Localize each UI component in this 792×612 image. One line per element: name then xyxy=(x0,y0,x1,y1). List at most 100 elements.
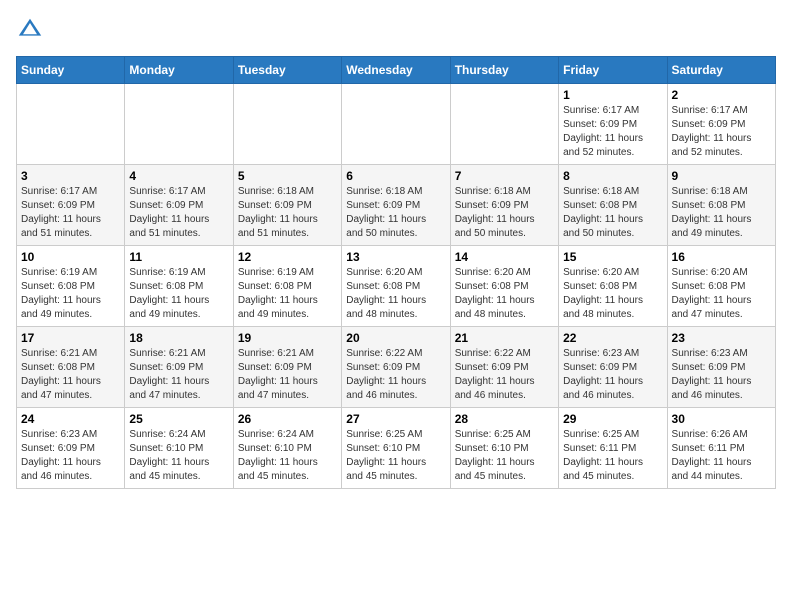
calendar-cell: 27 Sunrise: 6:25 AM Sunset: 6:10 PM Dayli… xyxy=(342,408,450,489)
calendar-cell: 16 Sunrise: 6:20 AM Sunset: 6:08 PM Dayli… xyxy=(667,246,775,327)
day-info: Sunrise: 6:21 AM Sunset: 6:09 PM Dayligh… xyxy=(238,347,337,403)
calendar-cell: 12 Sunrise: 6:19 AM Sunset: 6:08 PM Dayli… xyxy=(233,246,341,327)
week-row-5: 24 Sunrise: 6:23 AM Sunset: 6:09 PM Dayli… xyxy=(17,408,776,489)
day-number: 12 xyxy=(238,250,337,264)
weekday-header-sunday: Sunday xyxy=(17,57,125,84)
day-number: 13 xyxy=(346,250,445,264)
calendar-cell: 6 Sunrise: 6:18 AM Sunset: 6:09 PM Daylig… xyxy=(342,165,450,246)
calendar-cell: 25 Sunrise: 6:24 AM Sunset: 6:10 PM Dayli… xyxy=(125,408,233,489)
calendar-cell: 1 Sunrise: 6:17 AM Sunset: 6:09 PM Daylig… xyxy=(559,84,667,165)
day-number: 17 xyxy=(21,331,120,345)
day-number: 25 xyxy=(129,412,228,426)
day-info: Sunrise: 6:21 AM Sunset: 6:08 PM Dayligh… xyxy=(21,347,120,403)
calendar-cell: 9 Sunrise: 6:18 AM Sunset: 6:08 PM Daylig… xyxy=(667,165,775,246)
weekday-header-friday: Friday xyxy=(559,57,667,84)
calendar-cell: 14 Sunrise: 6:20 AM Sunset: 6:08 PM Dayli… xyxy=(450,246,558,327)
day-number: 26 xyxy=(238,412,337,426)
logo xyxy=(16,16,48,44)
day-number: 20 xyxy=(346,331,445,345)
day-number: 9 xyxy=(672,169,771,183)
day-info: Sunrise: 6:20 AM Sunset: 6:08 PM Dayligh… xyxy=(672,266,771,322)
day-info: Sunrise: 6:22 AM Sunset: 6:09 PM Dayligh… xyxy=(455,347,554,403)
day-info: Sunrise: 6:25 AM Sunset: 6:10 PM Dayligh… xyxy=(455,428,554,484)
day-info: Sunrise: 6:17 AM Sunset: 6:09 PM Dayligh… xyxy=(563,104,662,160)
day-number: 1 xyxy=(563,88,662,102)
day-number: 5 xyxy=(238,169,337,183)
day-number: 18 xyxy=(129,331,228,345)
day-number: 24 xyxy=(21,412,120,426)
day-number: 7 xyxy=(455,169,554,183)
calendar-table: SundayMondayTuesdayWednesdayThursdayFrid… xyxy=(16,56,776,489)
calendar-cell xyxy=(450,84,558,165)
day-info: Sunrise: 6:20 AM Sunset: 6:08 PM Dayligh… xyxy=(455,266,554,322)
day-info: Sunrise: 6:18 AM Sunset: 6:09 PM Dayligh… xyxy=(346,185,445,241)
weekday-header-monday: Monday xyxy=(125,57,233,84)
week-row-2: 3 Sunrise: 6:17 AM Sunset: 6:09 PM Daylig… xyxy=(17,165,776,246)
calendar-cell: 20Sunrise: 6:22 AM Sunset: 6:09 PM Dayli… xyxy=(342,327,450,408)
day-info: Sunrise: 6:18 AM Sunset: 6:08 PM Dayligh… xyxy=(563,185,662,241)
calendar-cell: 11 Sunrise: 6:19 AM Sunset: 6:08 PM Dayli… xyxy=(125,246,233,327)
day-number: 27 xyxy=(346,412,445,426)
day-number: 2 xyxy=(672,88,771,102)
day-info: Sunrise: 6:18 AM Sunset: 6:09 PM Dayligh… xyxy=(455,185,554,241)
day-number: 19 xyxy=(238,331,337,345)
calendar-cell xyxy=(233,84,341,165)
calendar-cell: 26 Sunrise: 6:24 AM Sunset: 6:10 PM Dayli… xyxy=(233,408,341,489)
calendar-cell: 30 Sunrise: 6:26 AM Sunset: 6:11 PM Dayli… xyxy=(667,408,775,489)
logo-icon xyxy=(16,16,44,44)
week-row-4: 17 Sunrise: 6:21 AM Sunset: 6:08 PM Dayli… xyxy=(17,327,776,408)
calendar-cell: 15Sunrise: 6:20 AM Sunset: 6:08 PM Dayli… xyxy=(559,246,667,327)
calendar-cell: 13 Sunrise: 6:20 AM Sunset: 6:08 PM Dayli… xyxy=(342,246,450,327)
day-info: Sunrise: 6:24 AM Sunset: 6:10 PM Dayligh… xyxy=(129,428,228,484)
calendar-cell: 17 Sunrise: 6:21 AM Sunset: 6:08 PM Dayli… xyxy=(17,327,125,408)
day-info: Sunrise: 6:19 AM Sunset: 6:08 PM Dayligh… xyxy=(21,266,120,322)
calendar-cell: 7 Sunrise: 6:18 AM Sunset: 6:09 PM Daylig… xyxy=(450,165,558,246)
day-number: 3 xyxy=(21,169,120,183)
day-info: Sunrise: 6:17 AM Sunset: 6:09 PM Dayligh… xyxy=(672,104,771,160)
calendar-cell xyxy=(342,84,450,165)
day-number: 23 xyxy=(672,331,771,345)
day-info: Sunrise: 6:17 AM Sunset: 6:09 PM Dayligh… xyxy=(21,185,120,241)
day-info: Sunrise: 6:21 AM Sunset: 6:09 PM Dayligh… xyxy=(129,347,228,403)
calendar-cell xyxy=(125,84,233,165)
day-number: 16 xyxy=(672,250,771,264)
weekday-header-thursday: Thursday xyxy=(450,57,558,84)
calendar-cell: 2 Sunrise: 6:17 AM Sunset: 6:09 PM Daylig… xyxy=(667,84,775,165)
day-number: 22 xyxy=(563,331,662,345)
day-info: Sunrise: 6:23 AM Sunset: 6:09 PM Dayligh… xyxy=(563,347,662,403)
day-info: Sunrise: 6:20 AM Sunset: 6:08 PM Dayligh… xyxy=(563,266,662,322)
day-number: 11 xyxy=(129,250,228,264)
calendar-cell: 23Sunrise: 6:23 AM Sunset: 6:09 PM Dayli… xyxy=(667,327,775,408)
weekday-header-saturday: Saturday xyxy=(667,57,775,84)
day-number: 14 xyxy=(455,250,554,264)
calendar-cell: 29Sunrise: 6:25 AM Sunset: 6:11 PM Dayli… xyxy=(559,408,667,489)
calendar-cell: 18 Sunrise: 6:21 AM Sunset: 6:09 PM Dayli… xyxy=(125,327,233,408)
day-number: 30 xyxy=(672,412,771,426)
page-header xyxy=(16,16,776,44)
calendar-cell: 4Sunrise: 6:17 AM Sunset: 6:09 PM Daylig… xyxy=(125,165,233,246)
calendar-cell: 21 Sunrise: 6:22 AM Sunset: 6:09 PM Dayli… xyxy=(450,327,558,408)
weekday-header-row: SundayMondayTuesdayWednesdayThursdayFrid… xyxy=(17,57,776,84)
week-row-1: 1 Sunrise: 6:17 AM Sunset: 6:09 PM Daylig… xyxy=(17,84,776,165)
day-info: Sunrise: 6:26 AM Sunset: 6:11 PM Dayligh… xyxy=(672,428,771,484)
calendar-cell xyxy=(17,84,125,165)
weekday-header-tuesday: Tuesday xyxy=(233,57,341,84)
calendar-cell: 24 Sunrise: 6:23 AM Sunset: 6:09 PM Dayli… xyxy=(17,408,125,489)
calendar-cell: 28 Sunrise: 6:25 AM Sunset: 6:10 PM Dayli… xyxy=(450,408,558,489)
day-info: Sunrise: 6:25 AM Sunset: 6:11 PM Dayligh… xyxy=(563,428,662,484)
day-info: Sunrise: 6:19 AM Sunset: 6:08 PM Dayligh… xyxy=(238,266,337,322)
day-info: Sunrise: 6:19 AM Sunset: 6:08 PM Dayligh… xyxy=(129,266,228,322)
day-number: 10 xyxy=(21,250,120,264)
day-info: Sunrise: 6:18 AM Sunset: 6:08 PM Dayligh… xyxy=(672,185,771,241)
day-info: Sunrise: 6:25 AM Sunset: 6:10 PM Dayligh… xyxy=(346,428,445,484)
day-number: 28 xyxy=(455,412,554,426)
day-number: 21 xyxy=(455,331,554,345)
calendar-cell: 3 Sunrise: 6:17 AM Sunset: 6:09 PM Daylig… xyxy=(17,165,125,246)
day-number: 6 xyxy=(346,169,445,183)
calendar-cell: 19 Sunrise: 6:21 AM Sunset: 6:09 PM Dayli… xyxy=(233,327,341,408)
day-info: Sunrise: 6:17 AM Sunset: 6:09 PM Dayligh… xyxy=(129,185,228,241)
day-info: Sunrise: 6:23 AM Sunset: 6:09 PM Dayligh… xyxy=(21,428,120,484)
day-number: 8 xyxy=(563,169,662,183)
day-info: Sunrise: 6:24 AM Sunset: 6:10 PM Dayligh… xyxy=(238,428,337,484)
day-info: Sunrise: 6:20 AM Sunset: 6:08 PM Dayligh… xyxy=(346,266,445,322)
